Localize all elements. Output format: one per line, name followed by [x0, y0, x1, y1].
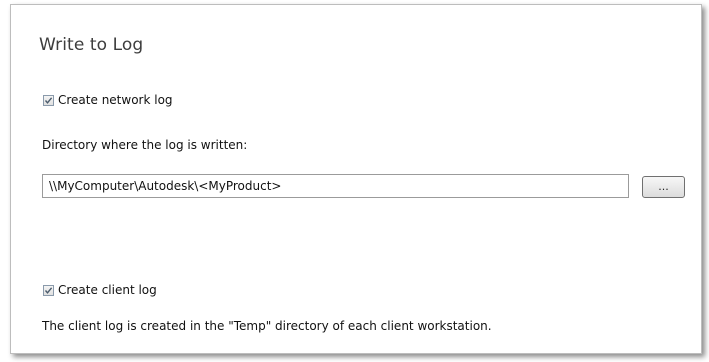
- network-log-option[interactable]: Create network log: [43, 92, 173, 108]
- log-directory-input[interactable]: [42, 174, 629, 198]
- directory-label: Directory where the log is written:: [42, 138, 248, 152]
- checkmark-icon: [44, 96, 53, 104]
- network-log-checkbox-label: Create network log: [58, 93, 173, 107]
- client-log-checkbox-label: Create client log: [58, 283, 157, 297]
- client-log-option[interactable]: Create client log: [43, 282, 157, 298]
- client-log-checkbox[interactable]: [43, 284, 54, 296]
- write-to-log-panel: Write to Log Create network log Director…: [10, 4, 702, 354]
- panel-title: Write to Log: [39, 35, 144, 55]
- browse-button[interactable]: ...: [642, 176, 685, 198]
- network-log-checkbox[interactable]: [43, 94, 54, 106]
- client-log-note: The client log is created in the "Temp" …: [42, 319, 492, 333]
- checkmark-icon: [44, 286, 53, 294]
